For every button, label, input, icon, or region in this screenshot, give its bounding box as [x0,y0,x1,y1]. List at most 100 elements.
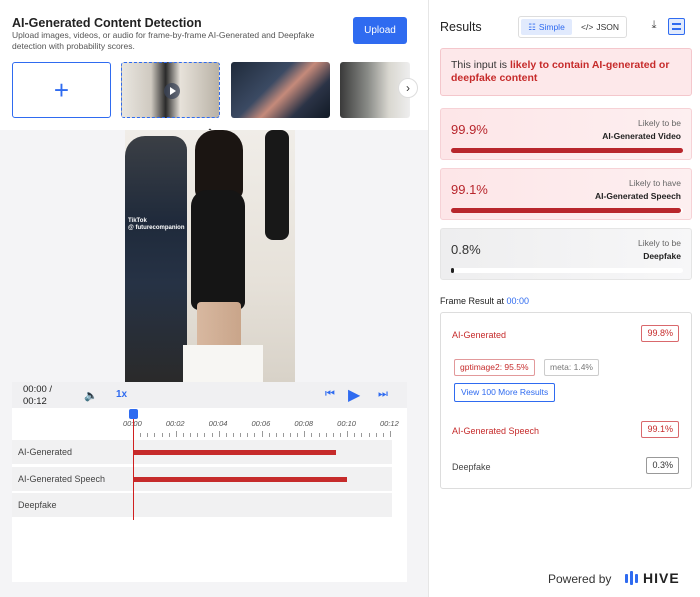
hive-logo-icon [625,571,639,585]
tick-mark [197,433,199,437]
powered-by-label: Powered by [548,572,612,586]
frame-speech-label: AI-Generated Speech [452,426,540,436]
timeline-ruler[interactable]: 00:0000:0200:0400:0600:0800:1000:12 [12,408,407,438]
view-toggle: ☷ Simple </> JSON [518,16,627,38]
tick-mark [182,433,184,437]
tick-mark [354,433,356,437]
tick-label: 00:06 [251,419,271,428]
score-category: AI-Generated Video [602,131,681,141]
score-bar [451,208,683,213]
tick-mark [297,433,299,437]
model-score-chip: gptimage2: 95.5% [454,359,535,376]
score-category: Deepfake [643,251,681,261]
media-thumbnail[interactable] [231,62,330,118]
tick-mark [175,431,177,437]
timeline-player: 00:00 / 00:12 🔈 1x ⏮ ▶ ⏭ 00:0000:0200:04… [12,382,407,582]
download-icon[interactable]: ⤓ [646,19,662,35]
tick-mark [204,433,206,437]
score-caption: Likely to be [638,238,681,248]
tick-mark [318,433,320,437]
tick-label: 00:08 [294,419,314,428]
player-controls: 00:00 / 00:12 🔈 1x ⏮ ▶ ⏭ [12,382,407,408]
play-icon [164,83,180,99]
tick-mark [225,433,227,437]
track-segment [134,477,348,482]
code-icon: </> [581,22,594,32]
tick-label: 00:04 [208,419,228,428]
upload-header: AI-Generated Content Detection Upload im… [0,0,428,130]
frame-deepfake-value: 0.3% [646,457,679,474]
tick-mark [168,433,170,437]
score-value: 99.9% [451,122,488,137]
frame-result-heading: Frame Result at 00:00 [440,296,530,306]
skip-forward-icon[interactable]: ⏭ [378,388,388,401]
tick-mark [361,433,363,437]
tick-mark [375,433,377,437]
view-json-button[interactable]: </> JSON [575,19,625,35]
tick-mark [282,433,284,437]
tick-mark [240,433,242,437]
verdict-banner: This input is likely to contain AI-gener… [440,48,692,96]
score-card-video: 99.9% Likely to be AI-Generated Video [440,108,692,160]
upload-button[interactable]: Upload [353,17,407,44]
plus-icon: + [53,74,70,105]
video-preview[interactable]: TikTok @ futurecompanion [125,130,295,382]
track-deepfake[interactable]: Deepfake [12,493,392,517]
frame-ai-value: 99.8% [641,325,679,342]
tick-label: 00:10 [337,419,356,428]
tick-mark [161,433,163,437]
frame-deepfake-label: Deepfake [452,462,491,472]
volume-icon[interactable]: 🔈 [84,389,98,402]
view-simple-button[interactable]: ☷ Simple [521,19,572,35]
tick-mark [268,433,270,437]
score-bar-fill [451,148,683,153]
hive-logo-text: HIVE [643,570,680,586]
frame-result-box: AI-Generated 99.8% gptimage2: 95.5% meta… [440,312,692,489]
tick-mark [325,433,327,437]
score-bar-fill [451,268,454,273]
tick-mark [340,433,342,437]
tick-mark [140,433,142,437]
tick-label: 00:02 [165,419,185,428]
time-readout: 00:00 / 00:12 [23,384,53,407]
track-label: AI-Generated [18,447,73,457]
view-more-results-button[interactable]: View 100 More Results [454,383,556,402]
playhead-handle[interactable] [129,409,138,419]
list-icon: ☷ [528,21,536,32]
track-label: AI-Generated Speech [18,474,106,484]
results-title: Results [440,20,482,34]
tick-mark [311,433,313,437]
media-thumbnail-selected[interactable] [121,62,220,118]
score-value: 99.1% [451,182,488,197]
tick-mark [247,433,249,437]
tick-label: 00:12 [380,419,399,428]
score-card-speech: 99.1% Likely to have AI-Generated Speech [440,168,692,220]
track-ai-generated[interactable]: AI-Generated [12,440,392,464]
tick-mark [368,433,370,437]
speed-button[interactable]: 1x [116,389,127,400]
tick-mark [190,433,192,437]
score-caption: Likely to be [638,118,681,128]
tick-mark [304,431,306,437]
chevron-right-icon[interactable]: › [398,78,418,98]
page-subtitle: Upload images, videos, or audio for fram… [12,30,315,51]
track-ai-speech[interactable]: AI-Generated Speech [12,467,392,491]
results-panel: Results ☷ Simple </> JSON ⤓ This input is … [428,0,700,597]
play-button[interactable]: ▶ [348,385,360,405]
tick-mark [290,433,292,437]
playhead-line [133,412,134,520]
frame-ai-label: AI-Generated [452,330,507,340]
tick-mark [347,431,349,437]
tick-mark [211,433,213,437]
track-label: Deepfake [18,500,57,510]
skip-back-icon[interactable]: ⏮ [325,388,335,401]
tick-mark [275,433,277,437]
score-category: AI-Generated Speech [595,191,681,201]
score-bar [451,268,683,273]
tick-mark [382,433,384,437]
model-score-chip: meta: 1.4% [544,359,599,376]
add-media-button[interactable]: + [12,62,111,118]
layout-icon[interactable] [668,18,685,35]
upload-panel: AI-Generated Content Detection Upload im… [0,0,428,597]
score-bar [451,148,683,153]
